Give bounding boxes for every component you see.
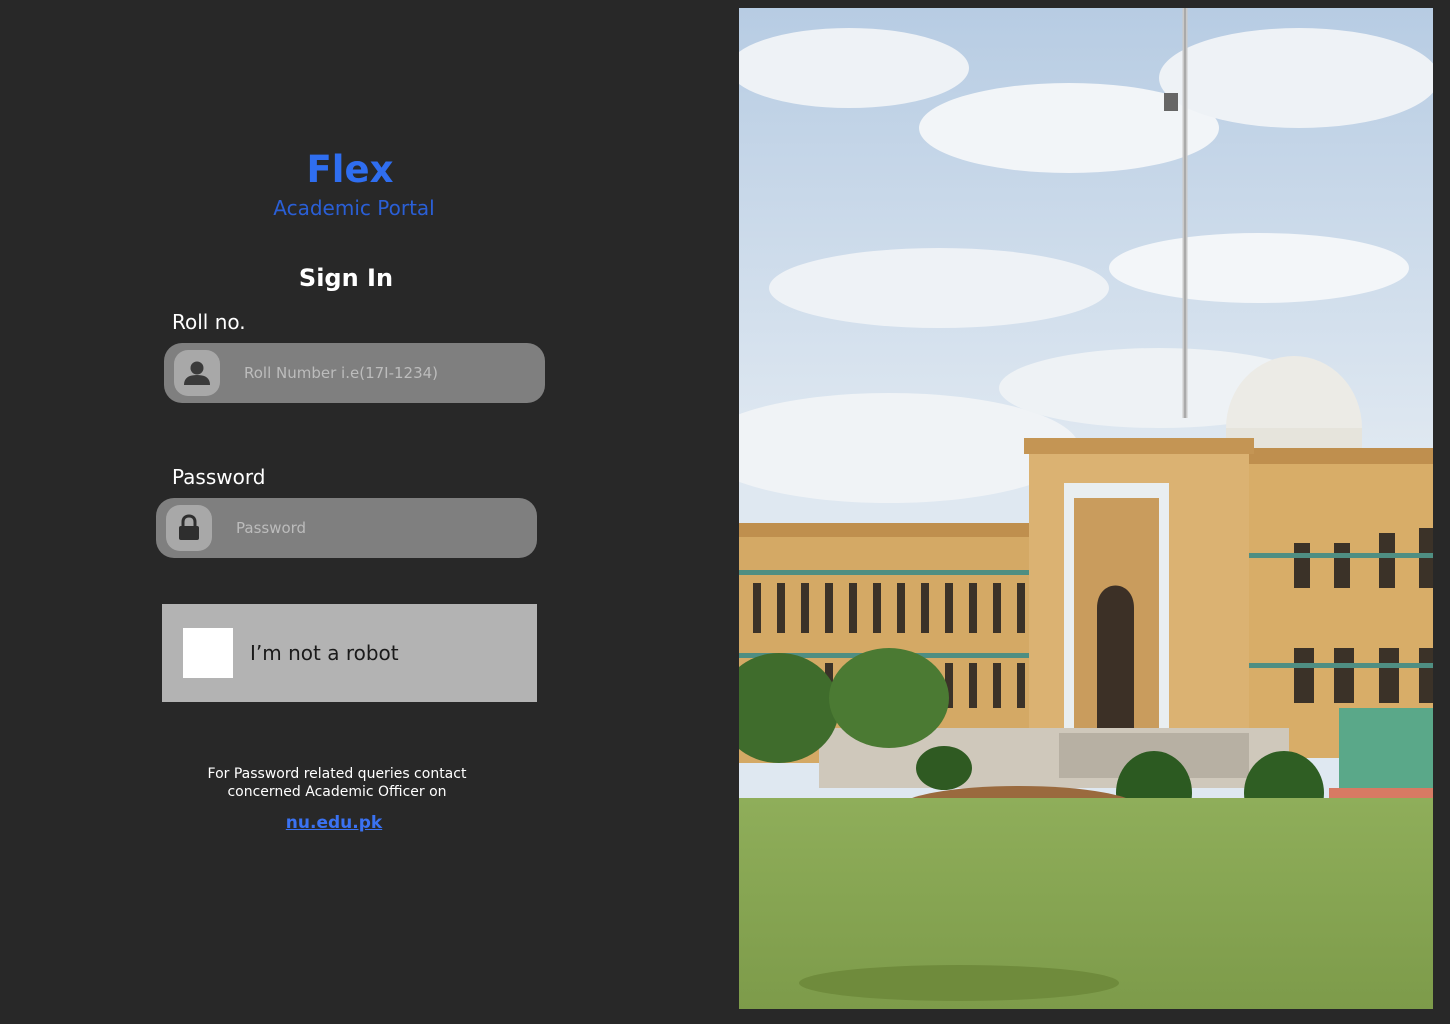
brand-title: Flex (306, 148, 394, 191)
user-icon (174, 350, 220, 396)
password-input[interactable] (234, 518, 488, 538)
help-text: For Password related queries contact con… (207, 766, 467, 800)
captcha-widget: I’m not a robot (162, 604, 537, 702)
roll-number-field[interactable] (164, 343, 545, 403)
brand-subtitle: Academic Portal (273, 196, 435, 220)
roll-number-input[interactable] (242, 363, 496, 383)
help-link[interactable]: nu.edu.pk (234, 813, 434, 833)
campus-photo (739, 8, 1433, 1009)
password-label: Password (172, 465, 266, 489)
sign-in-heading: Sign In (298, 264, 394, 292)
lock-icon (166, 505, 212, 551)
password-field[interactable] (156, 498, 537, 558)
roll-number-label: Roll no. (172, 310, 246, 334)
captcha-label: I’m not a robot (250, 641, 399, 665)
captcha-checkbox[interactable] (183, 628, 233, 678)
